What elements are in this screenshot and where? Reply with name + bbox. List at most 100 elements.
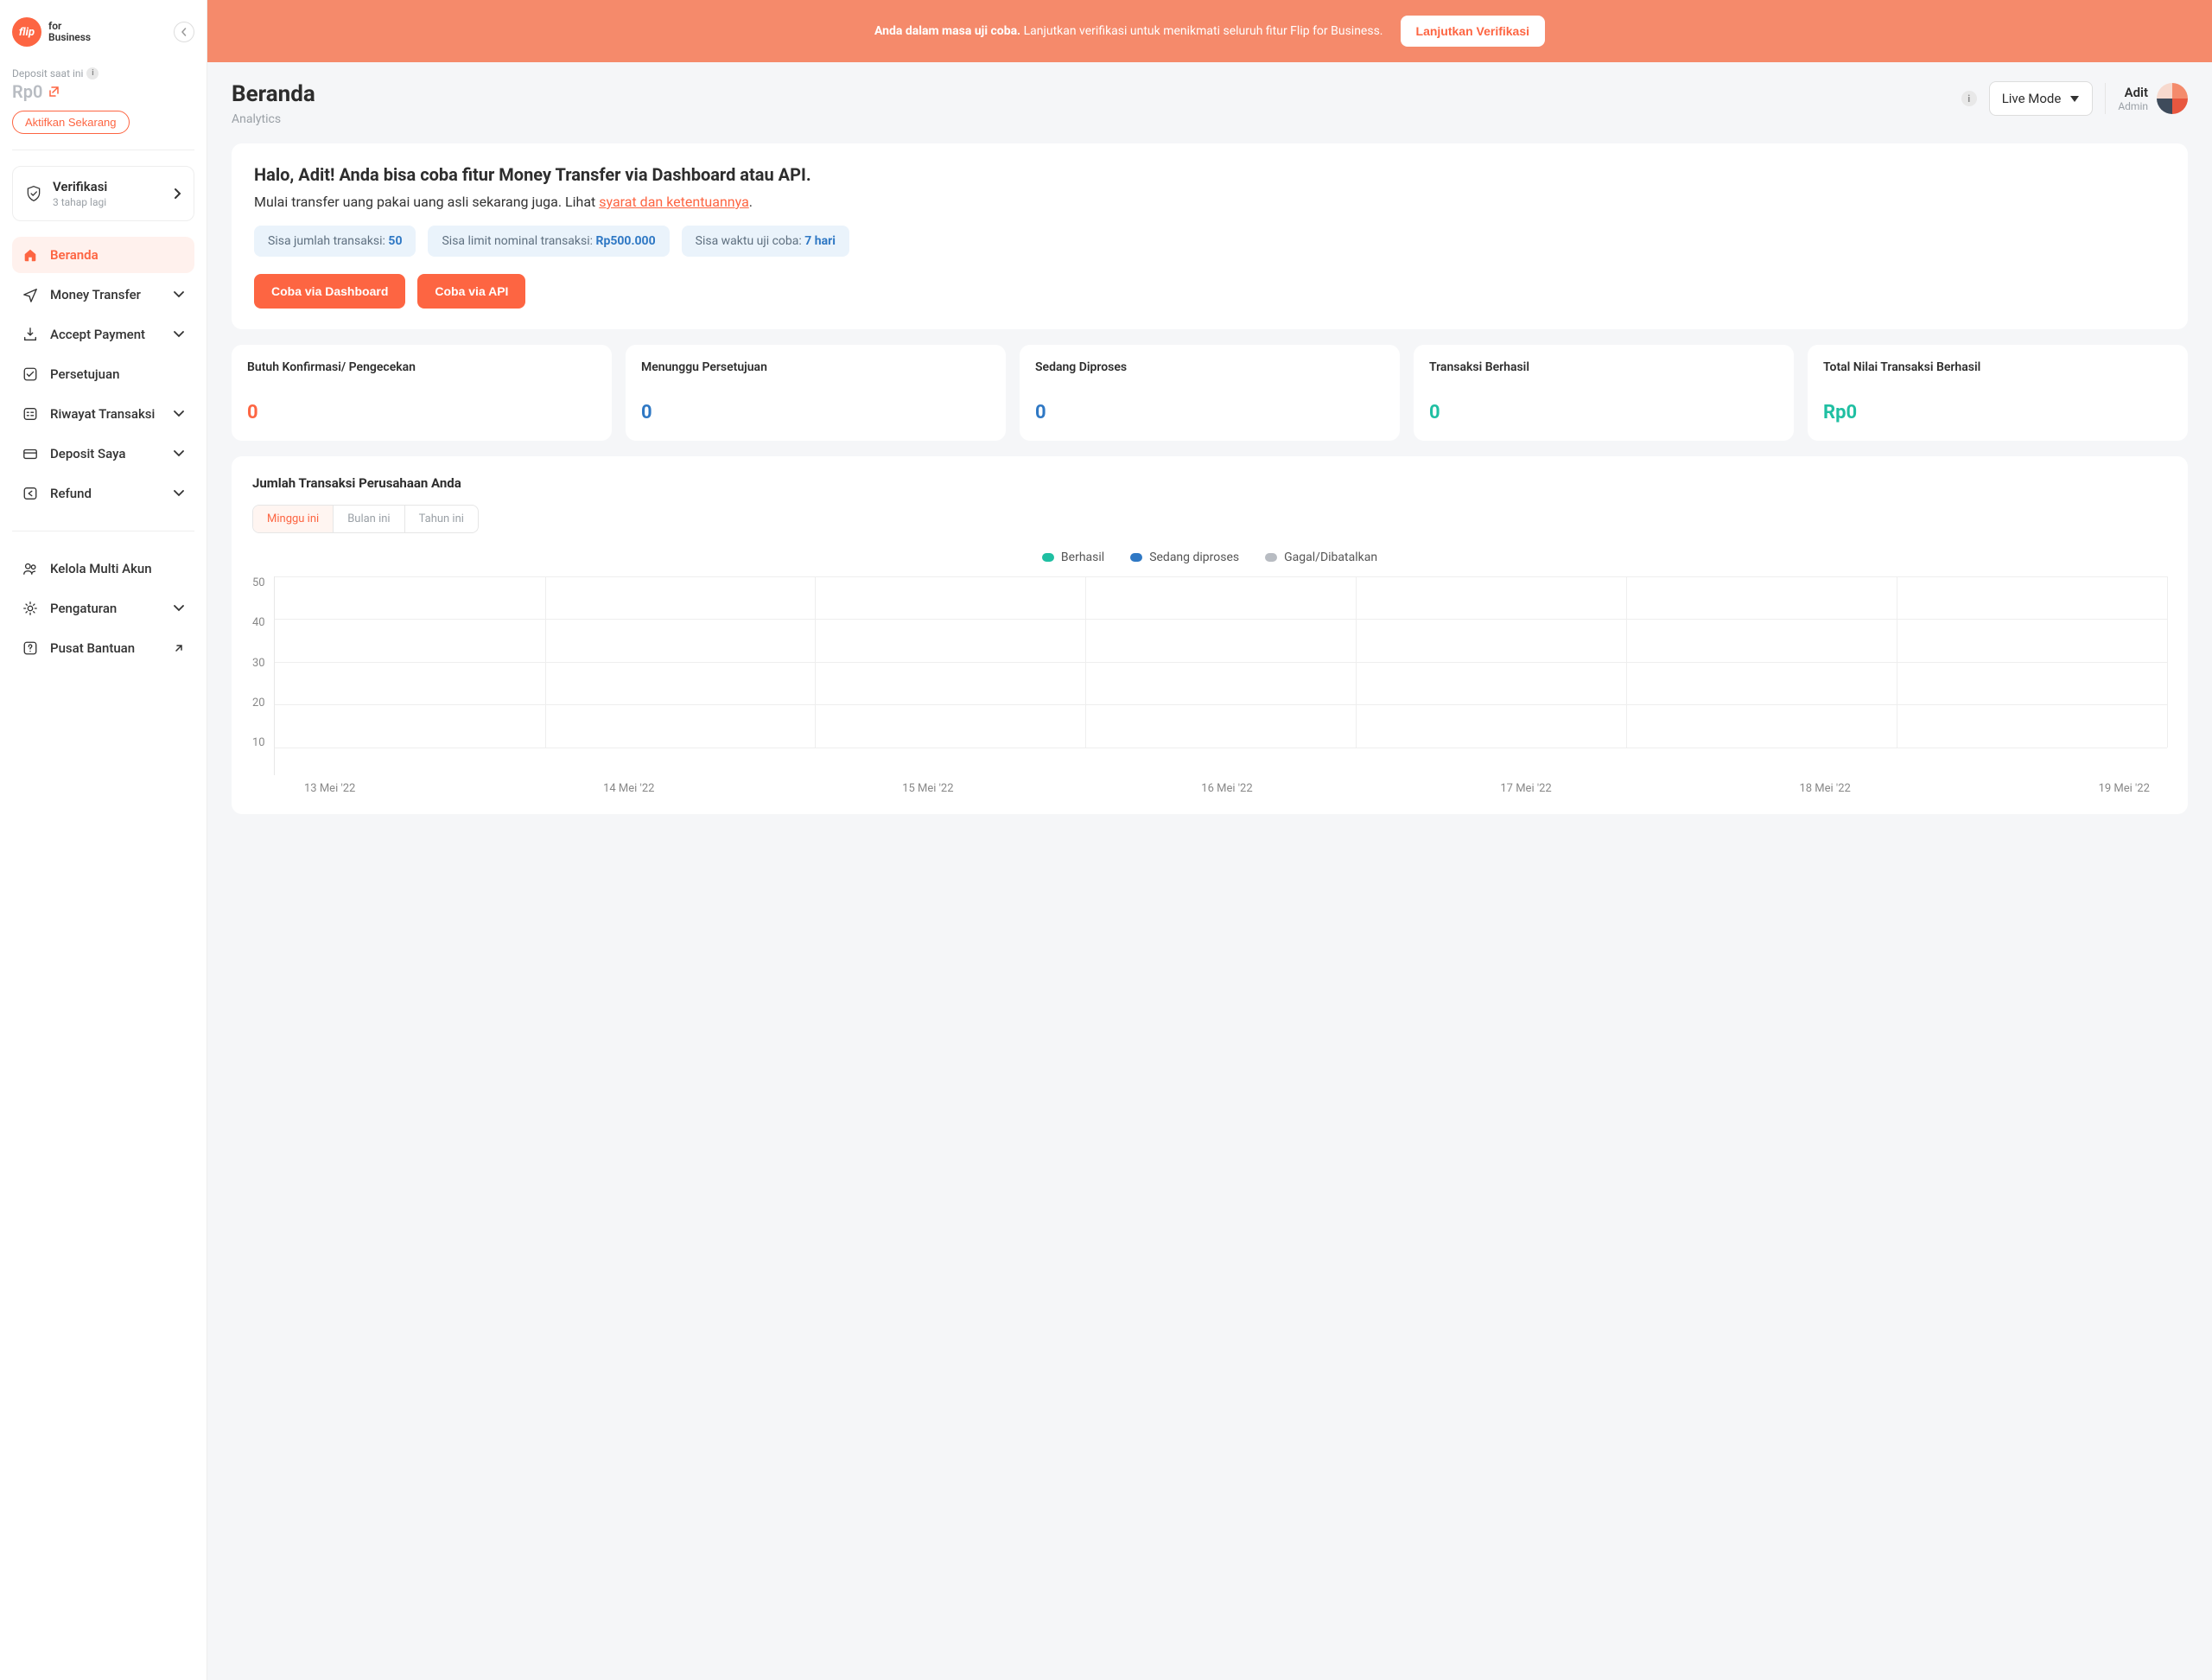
sidebar-item-persetujuan[interactable]: Persetujuan: [12, 356, 194, 392]
sidebar-item-label: Riwayat Transaksi: [50, 406, 155, 422]
logo-line2: Business: [48, 32, 91, 43]
sidebar-item-help[interactable]: Pusat Bantuan: [12, 630, 194, 666]
chart-legend: Berhasil Sedang diproses Gagal/Dibatalka…: [252, 550, 2167, 564]
y-tick: 20: [252, 697, 265, 710]
sidebar-item-money-transfer[interactable]: Money Transfer: [12, 277, 194, 313]
range-tab-week[interactable]: Minggu ini: [253, 506, 334, 532]
sidebar-item-riwayat[interactable]: Riwayat Transaksi: [12, 396, 194, 432]
avatar: [2157, 83, 2188, 114]
x-tick: 15 Mei '22: [902, 782, 953, 795]
pill-value: 50: [388, 234, 402, 248]
sidebar-item-label: Beranda: [50, 247, 99, 263]
range-tab-month[interactable]: Bulan ini: [334, 506, 404, 532]
sidebar-item-accept-payment[interactable]: Accept Payment: [12, 316, 194, 353]
sidebar-item-pengaturan[interactable]: Pengaturan: [12, 590, 194, 627]
external-arrow-icon: [174, 643, 184, 653]
chevron-left-icon: [180, 28, 188, 36]
hello-sub-post: .: [749, 194, 753, 210]
divider: [2105, 83, 2106, 114]
sidebar-item-refund[interactable]: Refund: [12, 475, 194, 512]
hello-card: Halo, Adit! Anda bisa coba fitur Money T…: [232, 143, 2188, 329]
stat-label: Menunggu Persetujuan: [641, 360, 990, 395]
send-icon: [22, 287, 38, 302]
main-nav: Beranda Money Transfer Accept Payment: [12, 237, 194, 666]
pill-value: 7 hari: [804, 234, 836, 248]
x-tick: 17 Mei '22: [1500, 782, 1551, 795]
stats-row: Butuh Konfirmasi/ Pengecekan0Menunggu Pe…: [232, 345, 2188, 441]
gridline: [275, 619, 2167, 620]
refund-icon: [22, 486, 38, 501]
triangle-down-icon: [2069, 94, 2080, 103]
legend-success: Berhasil: [1042, 550, 1104, 564]
range-tab-year[interactable]: Tahun ini: [405, 506, 478, 532]
gridline: [275, 704, 2167, 705]
gridline-vertical: [1356, 576, 1357, 748]
x-tick: 18 Mei '22: [1799, 782, 1850, 795]
stat-card[interactable]: Butuh Konfirmasi/ Pengecekan0: [232, 345, 612, 441]
sidebar-item-label: Deposit Saya: [50, 446, 125, 461]
user-menu[interactable]: Adit Admin: [2118, 83, 2188, 114]
stat-label: Sedang Diproses: [1035, 360, 1384, 395]
gridline: [275, 662, 2167, 663]
chevron-down-icon: [174, 291, 184, 298]
chevron-right-icon: [173, 188, 181, 200]
x-tick: 19 Mei '22: [2099, 782, 2150, 795]
logo-badge: flip: [12, 17, 41, 47]
terms-link[interactable]: syarat dan ketentuannya: [599, 194, 749, 210]
try-api-button[interactable]: Coba via API: [417, 274, 525, 309]
chart-y-axis: 5040302010: [252, 576, 274, 775]
legend-label: Gagal/Dibatalkan: [1284, 550, 1377, 564]
stat-card[interactable]: Sedang Diproses0: [1020, 345, 1400, 441]
users-icon: [22, 561, 38, 576]
trial-limit-pill: Sisa limit nominal transaksi: Rp500.000: [428, 226, 669, 257]
page-title: Beranda: [232, 81, 315, 107]
chart-title: Jumlah Transaksi Perusahaan Anda: [252, 475, 2167, 491]
sidebar-item-label: Kelola Multi Akun: [50, 561, 152, 576]
y-tick: 10: [252, 736, 265, 749]
deposit-value: Rp0: [12, 81, 194, 102]
list-icon: [22, 406, 38, 422]
sidebar-item-beranda[interactable]: Beranda: [12, 237, 194, 273]
chart-grid: [274, 576, 2167, 775]
banner-text: Anda dalam masa uji coba. Lanjutkan veri…: [874, 24, 1383, 38]
info-icon[interactable]: i: [1961, 91, 1977, 106]
main: Anda dalam masa uji coba. Lanjutkan veri…: [207, 0, 2212, 1680]
collapse-sidebar-button[interactable]: [174, 22, 194, 42]
verification-card[interactable]: Verifikasi 3 tahap lagi: [12, 166, 194, 221]
x-tick: 16 Mei '22: [1201, 782, 1252, 795]
logo-text: for Business: [48, 21, 91, 43]
activate-now-button[interactable]: Aktifkan Sekarang: [12, 111, 130, 134]
external-link-icon[interactable]: [48, 86, 60, 98]
sidebar-item-label: Pengaturan: [50, 601, 117, 616]
mode-select[interactable]: Live Mode: [1989, 81, 2094, 116]
continue-verification-button[interactable]: Lanjutkan Verifikasi: [1401, 16, 1546, 47]
y-tick: 50: [252, 576, 265, 589]
sidebar-item-multi-akun[interactable]: Kelola Multi Akun: [12, 550, 194, 587]
sidebar-item-label: Pusat Bantuan: [50, 640, 135, 656]
verification-title: Verifikasi: [53, 179, 107, 194]
trial-banner: Anda dalam masa uji coba. Lanjutkan veri…: [207, 0, 2212, 62]
legend-label: Berhasil: [1061, 550, 1104, 564]
chevron-down-icon: [174, 410, 184, 417]
home-icon: [22, 247, 38, 263]
stat-card[interactable]: Transaksi Berhasil0: [1414, 345, 1794, 441]
hello-sub-pre: Mulai transfer uang pakai uang asli seka…: [254, 194, 599, 210]
gridline-vertical: [815, 576, 816, 748]
check-box-icon: [22, 366, 38, 382]
dot-icon: [1130, 553, 1142, 562]
hello-title: Halo, Adit! Anda bisa coba fitur Money T…: [254, 164, 2165, 185]
x-tick: 14 Mei '22: [603, 782, 654, 795]
pill-value: Rp500.000: [596, 234, 656, 248]
download-icon: [22, 327, 38, 342]
stat-card[interactable]: Menunggu Persetujuan 0: [626, 345, 1006, 441]
info-icon[interactable]: i: [86, 67, 99, 80]
trial-time-pill: Sisa waktu uji coba: 7 hari: [682, 226, 849, 257]
legend-failed: Gagal/Dibatalkan: [1265, 550, 1377, 564]
stat-card[interactable]: Total Nilai Transaksi BerhasilRp0: [1808, 345, 2188, 441]
try-dashboard-button[interactable]: Coba via Dashboard: [254, 274, 405, 309]
sidebar-item-label: Persetujuan: [50, 366, 119, 382]
sidebar-item-label: Accept Payment: [50, 327, 145, 342]
stat-value: 0: [641, 402, 990, 423]
chevron-down-icon: [174, 605, 184, 612]
sidebar-item-deposit[interactable]: Deposit Saya: [12, 436, 194, 472]
